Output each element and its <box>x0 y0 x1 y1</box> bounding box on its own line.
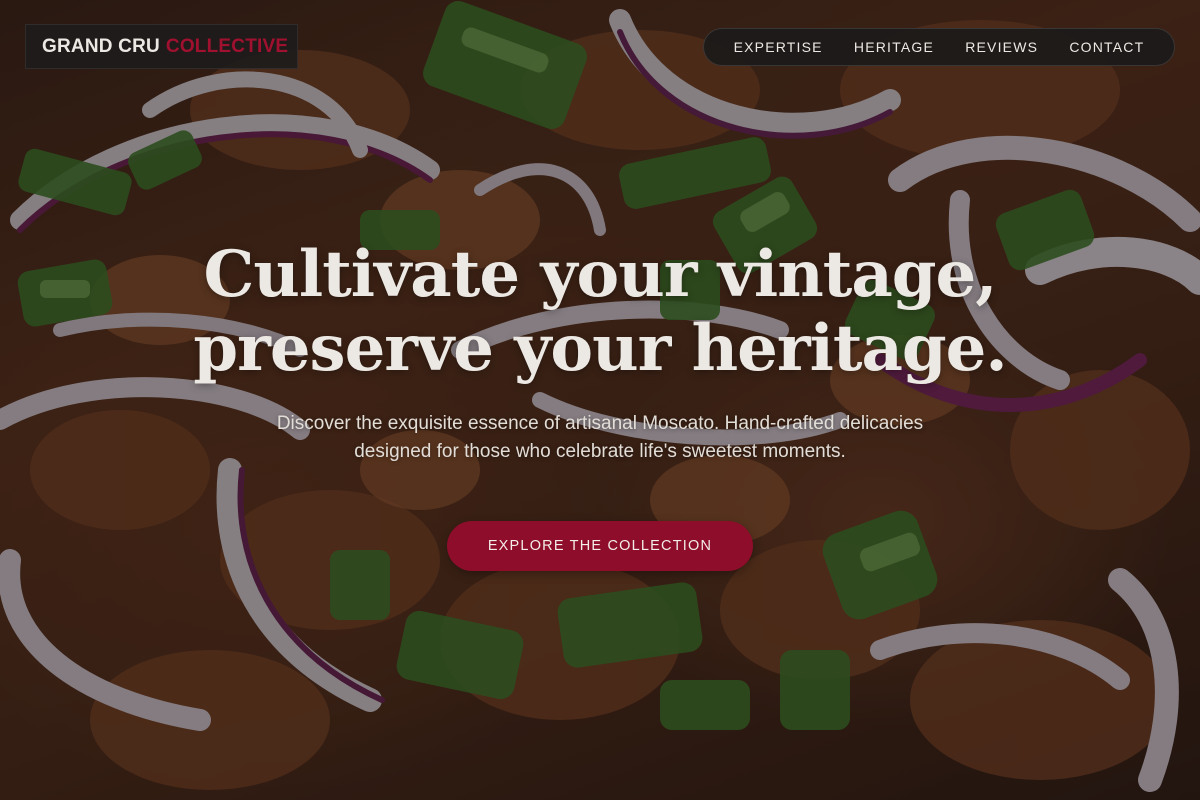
logo-primary-text: GRAND CRU <box>42 35 160 57</box>
explore-collection-button[interactable]: EXPLORE THE COLLECTION <box>447 521 753 571</box>
nav-link-contact[interactable]: CONTACT <box>1069 39 1144 55</box>
logo-accent-text: COLLECTIVE <box>165 35 289 57</box>
image-overlay <box>0 0 1200 800</box>
hero-headline: Cultivate your vintage, preserve your he… <box>100 238 1100 386</box>
nav-link-heritage[interactable]: HERITAGE <box>854 39 934 55</box>
main-navigation: EXPERTISE HERITAGE REVIEWS CONTACT <box>703 28 1175 66</box>
hero-description: Discover the exquisite essence of artisa… <box>276 413 924 462</box>
brand-logo[interactable]: GRAND CRU COLLECTIVE <box>25 24 298 69</box>
hero-headline-line-1: Cultivate your vintage, <box>203 237 997 312</box>
nav-link-expertise[interactable]: EXPERTISE <box>734 39 823 55</box>
nav-link-reviews[interactable]: REVIEWS <box>965 39 1038 55</box>
hero-section: GRAND CRU COLLECTIVE EXPERTISE HERITAGE … <box>0 0 1200 800</box>
hero-headline-line-2: preserve your heritage. <box>193 311 1007 386</box>
